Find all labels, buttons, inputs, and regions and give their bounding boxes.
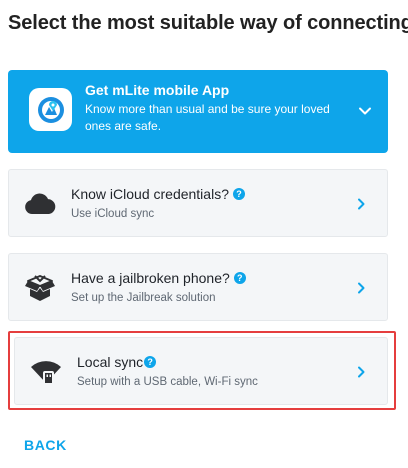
option-subtitle: Setup with a USB cable, Wi-Fi sync	[77, 376, 258, 388]
open-box-icon	[23, 272, 57, 304]
connection-method-page: Select the most suitable way of connecti…	[0, 0, 408, 468]
option-subtitle: Use iCloud sync	[71, 208, 155, 220]
chevron-right-icon	[358, 282, 365, 294]
option-title-text: Have a jailbroken phone?	[71, 270, 230, 286]
help-icon[interactable]: ?	[233, 272, 246, 284]
chevron-down-icon[interactable]	[358, 104, 372, 118]
option-icloud[interactable]: Know iCloud credentials? ? Use iCloud sy…	[8, 169, 388, 237]
promo-description: Know more than usual and be sure your lo…	[85, 102, 330, 133]
mlite-app-logo	[29, 88, 72, 131]
cloud-icon	[23, 188, 57, 220]
help-icon[interactable]: ?	[144, 356, 157, 368]
option-title: Local sync ?	[77, 354, 157, 370]
mlite-app-promo-card[interactable]: Get mLite mobile App Know more than usua…	[8, 70, 388, 153]
option-jailbreak[interactable]: Have a jailbroken phone? ? Set up the Ja…	[8, 253, 388, 321]
wifi-usb-icon	[29, 356, 63, 388]
option-title-text: Local sync	[77, 354, 144, 370]
option-title-text: Know iCloud credentials?	[71, 186, 229, 202]
option-title: Have a jailbroken phone? ?	[71, 270, 246, 286]
help-icon[interactable]: ?	[232, 188, 245, 200]
promo-title: Get mLite mobile App	[85, 82, 230, 98]
option-local-sync[interactable]: Local sync ? Setup with a USB cable, Wi-…	[14, 337, 388, 405]
chevron-right-icon	[358, 198, 365, 210]
option-subtitle: Set up the Jailbreak solution	[71, 292, 216, 304]
option-title: Know iCloud credentials? ?	[71, 186, 245, 202]
page-title: Select the most suitable way of connecti…	[8, 12, 408, 34]
back-button[interactable]: BACK	[24, 437, 67, 453]
chevron-right-icon	[358, 366, 365, 378]
